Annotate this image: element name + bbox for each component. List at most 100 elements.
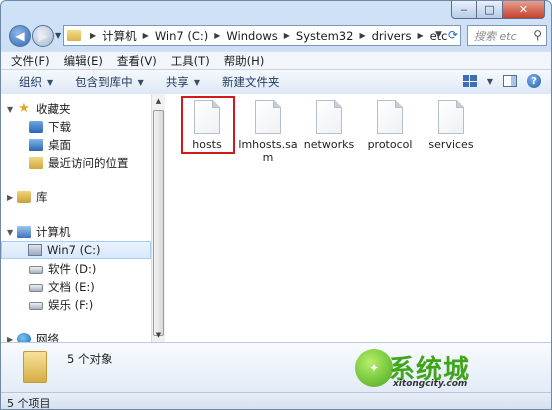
hard-drive-icon [29, 302, 43, 310]
preview-pane-icon[interactable] [503, 75, 517, 87]
chevron-right-icon[interactable]: ▶ [90, 31, 96, 40]
status-text: 5 个项目 [7, 396, 51, 410]
file-item-services[interactable]: services [421, 94, 481, 151]
file-name: protocol [367, 138, 413, 151]
library-icon [17, 191, 31, 203]
scroll-down-icon[interactable]: ▼ [153, 328, 164, 342]
sidebar-item-favorites[interactable]: ▼ ★ 收藏夹 [1, 100, 151, 118]
sidebar-item-desktop[interactable]: 桌面 [1, 136, 151, 154]
folder-icon [67, 30, 81, 41]
chevron-down-icon: ▼ [193, 77, 200, 87]
file-item-hosts[interactable]: hosts [177, 94, 237, 151]
breadcrumb-windows[interactable]: Windows [226, 29, 277, 43]
navigation-bar: ◀ ▶ ▼ ▶ 计算机 ▶ Win7 (C:) ▶ Windows ▶ Syst… [7, 23, 547, 49]
menu-help[interactable]: 帮助(H) [224, 53, 265, 69]
search-input[interactable]: 搜索 etc ⚲ [467, 25, 547, 46]
sidebar-item-label: 最近访问的位置 [48, 156, 129, 170]
refresh-icon[interactable]: ⟳ [448, 28, 458, 42]
computer-icon [17, 226, 31, 238]
document-icon [377, 100, 403, 134]
breadcrumb: ▶ 计算机 ▶ Win7 (C:) ▶ Windows ▶ System32 ▶… [84, 28, 448, 44]
expand-arrow-icon[interactable]: ▶ [7, 193, 17, 202]
document-icon [194, 100, 220, 134]
recent-places-icon [29, 157, 43, 169]
explorer-window: ‒ □ ✕ ◀ ▶ ▼ ▶ 计算机 ▶ Win7 (C:) ▶ Windows … [0, 0, 552, 410]
include-in-library-button[interactable]: 包含到库中 ▼ [75, 74, 144, 90]
organize-button[interactable]: 组织 ▼ [19, 74, 53, 90]
file-item-networks[interactable]: networks [299, 94, 359, 151]
menu-tools[interactable]: 工具(T) [171, 53, 210, 69]
command-bar: 组织 ▼ 包含到库中 ▼ 共享 ▼ 新建文件夹 ▼ ? [1, 69, 551, 95]
organize-label: 组织 [19, 75, 42, 89]
menu-file[interactable]: 文件(F) [11, 53, 50, 69]
address-bar-tail: ▼ ⟳ [435, 28, 458, 42]
maximize-button[interactable]: □ [477, 1, 503, 19]
breadcrumb-computer[interactable]: 计算机 [102, 28, 137, 44]
breadcrumb-drivers[interactable]: drivers [372, 29, 412, 43]
address-dropdown-icon[interactable]: ▼ [435, 30, 442, 40]
sidebar-item-label: 桌面 [48, 138, 71, 152]
expand-arrow-icon[interactable]: ▼ [7, 228, 17, 237]
chevron-right-icon[interactable]: ▶ [284, 31, 290, 40]
change-view-icon[interactable] [462, 75, 477, 87]
back-button[interactable]: ◀ [9, 25, 31, 47]
chevron-right-icon[interactable]: ▶ [214, 31, 220, 40]
sidebar-item-drive-e[interactable]: 文档 (E:) [1, 278, 151, 296]
close-button[interactable]: ✕ [503, 1, 545, 19]
sidebar-item-label: 收藏夹 [36, 102, 71, 116]
address-bar[interactable]: ▶ 计算机 ▶ Win7 (C:) ▶ Windows ▶ System32 ▶… [63, 25, 461, 46]
scrollbar-thumb[interactable] [153, 110, 164, 336]
window-controls: ‒ □ ✕ [451, 1, 545, 19]
chevron-right-icon[interactable]: ▶ [143, 31, 149, 40]
file-name: hosts [192, 138, 222, 151]
file-name: lmhosts.sam [238, 138, 298, 164]
breadcrumb-system32[interactable]: System32 [296, 29, 354, 43]
share-button[interactable]: 共享 ▼ [166, 74, 200, 90]
chevron-right-icon[interactable]: ▶ [417, 31, 423, 40]
sidebar-item-computer[interactable]: ▼ 计算机 [1, 223, 151, 241]
sidebar-scrollbar[interactable]: ▲ ▼ [151, 94, 165, 342]
document-icon [255, 100, 281, 134]
sidebar-item-label: Win7 (C:) [47, 243, 101, 257]
new-folder-label: 新建文件夹 [221, 75, 280, 89]
expand-arrow-icon[interactable]: ▼ [7, 105, 17, 114]
view-dropdown-icon[interactable]: ▼ [487, 77, 493, 86]
chevron-right-icon[interactable]: ▶ [359, 31, 365, 40]
sidebar-item-label: 娱乐 (F:) [48, 298, 94, 312]
search-icon[interactable]: ⚲ [533, 28, 542, 42]
hard-drive-icon [29, 266, 43, 274]
navigation-pane: ▼ ★ 收藏夹 下载 桌面 最近访问的位置 ▶ 库 ▼ 计算机 Win7 (C:… [1, 94, 152, 346]
include-in-library-label: 包含到库中 [75, 75, 133, 89]
breadcrumb-drive[interactable]: Win7 (C:) [155, 29, 208, 43]
sidebar-item-downloads[interactable]: 下载 [1, 118, 151, 136]
sidebar-item-label: 库 [36, 190, 48, 204]
sidebar-item-drive-f[interactable]: 娱乐 (F:) [1, 296, 151, 314]
sidebar-item-drive-d[interactable]: 软件 (D:) [1, 260, 151, 278]
recent-pages-dropdown-icon[interactable]: ▼ [55, 31, 61, 40]
menu-edit[interactable]: 编辑(E) [64, 53, 103, 69]
system-drive-icon [28, 244, 42, 256]
scroll-up-icon[interactable]: ▲ [153, 94, 164, 108]
watermark-logo-icon: ✦ [355, 349, 393, 387]
toolbar-right: ▼ ? [462, 74, 541, 88]
forward-button[interactable]: ▶ [32, 25, 54, 47]
share-label: 共享 [165, 75, 189, 89]
sidebar-item-drive-c[interactable]: Win7 (C:) [1, 241, 151, 259]
new-folder-button[interactable]: 新建文件夹 [222, 74, 280, 90]
item-count: 5 个对象 [67, 352, 113, 366]
hard-drive-icon [29, 284, 43, 292]
document-icon [438, 100, 464, 134]
site-watermark: ✦ 系统城 xitongcity.com [355, 349, 505, 393]
sidebar-item-label: 软件 (D:) [48, 262, 97, 276]
sidebar-item-recent-places[interactable]: 最近访问的位置 [1, 154, 151, 172]
file-item-protocol[interactable]: protocol [360, 94, 420, 151]
menu-view[interactable]: 查看(V) [117, 53, 157, 69]
search-placeholder: 搜索 etc [474, 29, 517, 43]
file-item-lmhosts[interactable]: lmhosts.sam [238, 94, 298, 164]
minimize-button[interactable]: ‒ [451, 1, 477, 19]
chevron-down-icon: ▼ [137, 77, 144, 87]
sidebar-item-libraries[interactable]: ▶ 库 [1, 188, 151, 206]
help-icon[interactable]: ? [527, 74, 541, 88]
folder-icon [23, 351, 47, 383]
sidebar-item-label: 下载 [48, 120, 71, 134]
